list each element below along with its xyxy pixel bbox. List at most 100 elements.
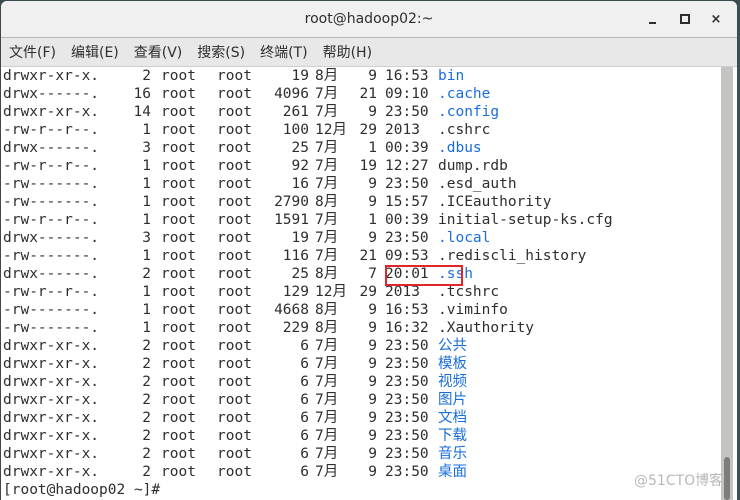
- listing-row: drwxr-xr-x. 2 root root 19 8月 9 16:53 bin: [3, 67, 719, 85]
- entry-day: 29: [359, 122, 377, 138]
- entry-group: root: [217, 140, 252, 156]
- entry-day: 19: [359, 158, 377, 174]
- entry-day: 9: [368, 302, 377, 318]
- entry-day: 1: [368, 140, 377, 156]
- listing-row: drwxr-xr-x. 2 root root 6 7月 9 23:50 音乐: [3, 445, 719, 463]
- entry-perm: drwxr-xr-x.: [3, 68, 100, 84]
- entry-owner: root: [161, 140, 196, 156]
- listing-row: drwxr-xr-x. 2 root root 6 7月 9 23:50 桌面: [3, 463, 719, 481]
- entry-time: 23:50: [385, 176, 429, 192]
- menu-edit[interactable]: 编辑(E): [71, 42, 119, 62]
- entry-group: root: [217, 248, 252, 264]
- entry-day: 29: [359, 284, 377, 300]
- entry-group: root: [217, 212, 252, 228]
- entry-group: root: [217, 464, 252, 480]
- entry-size: 16: [291, 176, 309, 192]
- entry-owner: root: [161, 302, 196, 318]
- entry-owner: root: [161, 374, 196, 390]
- minimize-button[interactable]: [643, 10, 661, 28]
- menu-file[interactable]: 文件(F): [9, 42, 56, 62]
- entry-time: 2013: [385, 122, 420, 138]
- menu-view[interactable]: 查看(V): [134, 42, 183, 62]
- entry-size: 261: [282, 104, 309, 120]
- entry-day: 21: [359, 248, 377, 264]
- entry-day: 9: [368, 356, 377, 372]
- entry-group: root: [217, 392, 252, 408]
- listing-row: -rw-------. 1 root root 116 7月 21 09:53 .rediscl…: [3, 247, 719, 265]
- entry-perm: drwxr-xr-x.: [3, 338, 100, 354]
- entry-group: root: [217, 158, 252, 174]
- entry-name: .cshrc: [438, 122, 491, 138]
- entry-owner: root: [161, 86, 196, 102]
- menu-terminal[interactable]: 终端(T): [260, 42, 307, 62]
- entry-name: 文档: [438, 410, 467, 426]
- listing-row: drwx------. 16 root root 4096 7月 21 09:10 .cache: [3, 85, 719, 103]
- maximize-button[interactable]: [676, 10, 694, 28]
- entry-month: 7月: [315, 374, 339, 390]
- entry-perm: -rw-------.: [3, 194, 100, 210]
- entry-size: 25: [291, 140, 309, 156]
- entry-group: root: [217, 356, 252, 372]
- minimize-icon: [648, 22, 656, 24]
- listing-row: -rw-------. 1 root root 16 7月 9 23:50 .esd_auth: [3, 175, 719, 193]
- entry-links: 3: [142, 140, 151, 156]
- entry-month: 8月: [315, 194, 339, 210]
- entry-group: root: [217, 122, 252, 138]
- entry-name: 模板: [438, 356, 467, 372]
- entry-owner: root: [161, 392, 196, 408]
- entry-group: root: [217, 86, 252, 102]
- listing-row: -rw-------. 1 root root 229 8月 9 16:32 .Xauthori…: [3, 319, 719, 337]
- vertical-scrollbar[interactable]: [721, 67, 733, 500]
- entry-links: 1: [142, 302, 151, 318]
- entry-name: 视频: [438, 374, 467, 390]
- entry-month: 7月: [315, 212, 339, 228]
- terminal-output[interactable]: drwxr-xr-x. 2 root root 19 8月 9 16:53 bin drwx---…: [1, 67, 719, 500]
- close-button[interactable]: ×: [707, 10, 725, 28]
- entry-day: 9: [368, 230, 377, 246]
- entry-links: 1: [142, 320, 151, 336]
- entry-links: 2: [142, 356, 151, 372]
- entry-owner: root: [161, 68, 196, 84]
- entry-size: 6: [300, 446, 309, 462]
- menu-bar: 文件(F) 编辑(E) 查看(V) 搜索(S) 终端(T) 帮助(H): [1, 38, 737, 67]
- entry-day: 9: [368, 410, 377, 426]
- entry-owner: root: [161, 176, 196, 192]
- entry-time: 00:39: [385, 212, 429, 228]
- entry-month: 7月: [315, 104, 339, 120]
- entry-month: 12月: [315, 284, 347, 300]
- entry-name: .ICEauthority: [438, 194, 552, 210]
- entry-perm: -rw-------.: [3, 302, 100, 318]
- entry-links: 2: [142, 446, 151, 462]
- entry-perm: -rw-------.: [3, 176, 100, 192]
- entry-links: 2: [142, 464, 151, 480]
- entry-size: 116: [282, 248, 309, 264]
- entry-links: 14: [133, 104, 151, 120]
- menu-search[interactable]: 搜索(S): [197, 42, 245, 62]
- entry-perm: -rw-r--r--.: [3, 284, 100, 300]
- menu-help[interactable]: 帮助(H): [323, 42, 372, 62]
- entry-day: 9: [368, 446, 377, 462]
- listing-row: drwxr-xr-x. 2 root root 6 7月 9 23:50 视频: [3, 373, 719, 391]
- entry-name: 下载: [438, 428, 467, 444]
- entry-perm: drwxr-xr-x.: [3, 374, 100, 390]
- entry-perm: -rw-------.: [3, 320, 100, 336]
- entry-name: .viminfo: [438, 302, 508, 318]
- entry-month: 7月: [315, 392, 339, 408]
- entry-perm: drwxr-xr-x.: [3, 392, 100, 408]
- entry-time: 16:53: [385, 68, 429, 84]
- listing-row: drwxr-xr-x. 14 root root 261 7月 9 23:50 .config: [3, 103, 719, 121]
- entry-day: 9: [368, 320, 377, 336]
- listing-row: drwx------. 3 root root 19 7月 9 23:50 .local: [3, 229, 719, 247]
- scrollbar-thumb[interactable]: [724, 457, 730, 500]
- entry-size: 6: [300, 374, 309, 390]
- title-bar[interactable]: root@hadoop02:~ ×: [1, 1, 737, 38]
- entry-day: 9: [368, 194, 377, 210]
- entry-size: 6: [300, 392, 309, 408]
- entry-perm: drwxr-xr-x.: [3, 104, 100, 120]
- entry-owner: root: [161, 428, 196, 444]
- entry-day: 1: [368, 212, 377, 228]
- shell-prompt[interactable]: [root@hadoop02 ~]#: [3, 481, 719, 499]
- entry-month: 7月: [315, 356, 339, 372]
- entry-day: 9: [368, 374, 377, 390]
- entry-size: 2790: [274, 194, 309, 210]
